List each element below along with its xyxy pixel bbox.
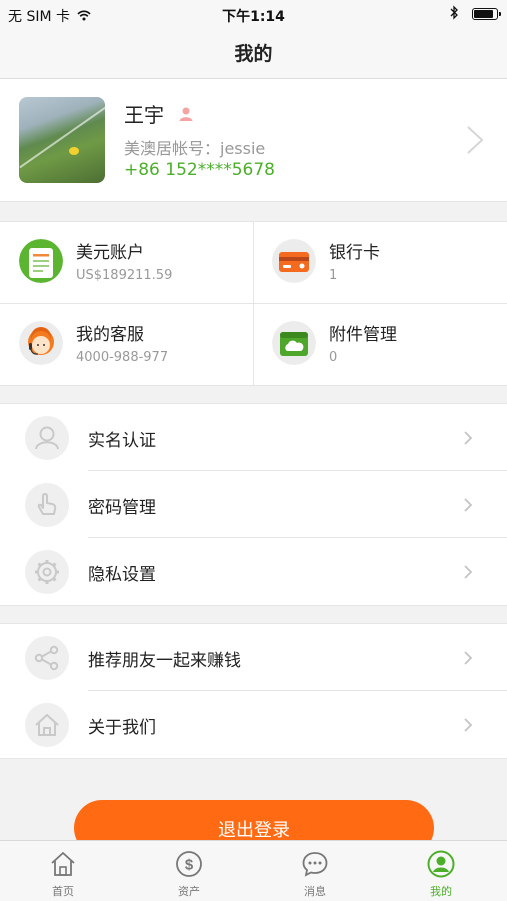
menu-item-refer-friends[interactable]: 推荐朋友一起来赚钱 — [0, 624, 507, 691]
profile-card[interactable]: 王宇 美澳居帐号：jessie +86 152****5678 — [0, 79, 507, 202]
person-icon — [179, 107, 193, 121]
chat-icon — [302, 852, 328, 877]
phone-number: +86 152****5678 — [124, 160, 275, 180]
tab-mine[interactable]: 我的 — [378, 841, 504, 901]
user-icon — [25, 416, 69, 460]
card-title: 银行卡 — [329, 243, 380, 263]
menu-label: 密码管理 — [88, 498, 156, 518]
tab-label: 我的 — [430, 885, 452, 898]
folder-cloud-icon — [272, 321, 316, 365]
customer-service-icon — [19, 321, 63, 365]
status-bar: 无 SIM 卡 下午1:14 — [0, 0, 507, 28]
avatar[interactable] — [19, 97, 105, 183]
menu-item-privacy[interactable]: 隐私设置 — [0, 538, 507, 605]
menu-item-password[interactable]: 密码管理 — [0, 471, 507, 538]
tab-home[interactable]: 首页 — [0, 841, 126, 901]
menu-label: 推荐朋友一起来赚钱 — [88, 651, 241, 671]
menu-item-about-us[interactable]: 关于我们 — [0, 691, 507, 758]
divider — [0, 303, 507, 304]
chevron-right-icon — [464, 651, 473, 665]
battery-icon — [472, 8, 501, 20]
usd-account-tile[interactable]: 美元账户 US$189211.59 — [0, 222, 253, 303]
chevron-right-icon — [464, 431, 473, 445]
card-value: US$189211.59 — [76, 268, 173, 283]
about-group: 推荐朋友一起来赚钱 关于我们 — [0, 623, 507, 759]
tab-label: 消息 — [304, 885, 326, 898]
card-value: 0 — [329, 350, 338, 365]
menu-label: 关于我们 — [88, 718, 156, 738]
tab-messages[interactable]: 消息 — [252, 841, 378, 901]
profile-name: 王宇 — [124, 103, 164, 127]
menu-label: 隐私设置 — [88, 565, 156, 585]
home-icon — [51, 852, 75, 876]
chevron-right-icon — [467, 126, 484, 154]
logout-label: 退出登录 — [218, 820, 290, 841]
menu-item-verification[interactable]: 实名认证 — [0, 404, 507, 471]
settings-group: 实名认证 密码管理 隐私设置 — [0, 403, 507, 606]
card-title: 美元账户 — [76, 243, 144, 263]
account-grid: 美元账户 US$189211.59 银行卡 1 我的客服 4000-988-97… — [0, 221, 507, 386]
nav-bar: 我的 — [0, 28, 507, 79]
hand-icon — [25, 483, 69, 527]
share-icon — [25, 636, 69, 680]
tab-label: 资产 — [178, 885, 200, 898]
bluetooth-icon — [450, 5, 459, 24]
clock: 下午1:14 — [222, 9, 285, 25]
home-icon — [25, 703, 69, 747]
page-title: 我的 — [234, 43, 273, 65]
card-title: 附件管理 — [329, 325, 397, 345]
tab-assets[interactable]: $ 资产 — [126, 841, 252, 901]
svg-text:$: $ — [185, 857, 194, 874]
menu-label: 实名认证 — [88, 431, 156, 451]
bank-card-icon — [272, 239, 316, 283]
card-value: 4000-988-977 — [76, 350, 169, 365]
ledger-icon — [19, 239, 63, 283]
card-title: 我的客服 — [76, 325, 144, 345]
gear-icon — [25, 550, 69, 594]
chevron-right-icon — [464, 565, 473, 579]
dollar-icon: $ — [176, 851, 202, 877]
tab-label: 首页 — [52, 885, 74, 898]
account-id: 美澳居帐号：jessie — [124, 139, 266, 158]
tab-bar: 首页 $ 资产 消息 我的 — [0, 840, 507, 901]
customer-service-tile[interactable]: 我的客服 4000-988-977 — [0, 304, 253, 385]
chevron-right-icon — [464, 498, 473, 512]
profile-icon — [427, 850, 455, 878]
attachment-tile[interactable]: 附件管理 0 — [253, 304, 506, 385]
card-value: 1 — [329, 268, 338, 283]
chevron-right-icon — [464, 718, 473, 732]
bank-card-tile[interactable]: 银行卡 1 — [253, 222, 506, 303]
